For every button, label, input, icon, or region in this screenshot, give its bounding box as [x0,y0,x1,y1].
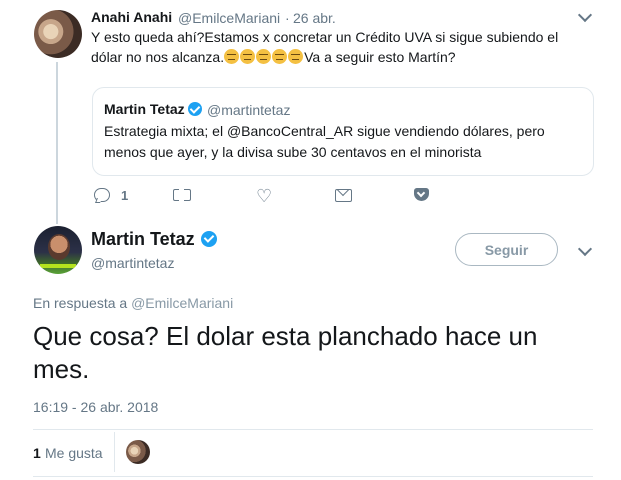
avatar[interactable] [34,10,82,58]
thread-line [56,62,58,224]
tweet-text-line2-end: Va a seguir esto Martín? [304,49,456,65]
persevering-face-emoji-icon [272,49,288,64]
retweet-icon[interactable] [173,186,191,202]
tweet-date[interactable]: 26 abr. [293,10,336,26]
chevron-down-icon[interactable] [577,7,593,23]
quoted-author-handle: @martintetaz [207,102,291,118]
divider [33,476,593,477]
author-name[interactable]: Martin Tetaz [91,229,195,250]
author-handle[interactable]: @martintetaz [91,255,174,271]
persevering-face-emoji-icon [256,49,272,64]
divider [114,432,115,472]
tweet-text-line1: Y esto queda ahí?Estamos x concretar un … [91,29,559,45]
in-reply-handle-link[interactable]: @EmilceMariani [131,295,233,311]
pocket-icon[interactable] [414,188,429,201]
main-tweet-text: Que cosa? El dolar esta planchado hace u… [33,321,538,384]
in-reply-to: En respuesta a @EmilceMariani [33,295,233,311]
reply-icon[interactable] [94,188,110,202]
author-handle[interactable]: @EmilceMariani [178,10,280,26]
avatar-banner [40,264,76,268]
mail-icon[interactable] [335,189,352,202]
verified-badge-icon [201,231,217,247]
tweet-text-line2: dólar no nos alcanza. [91,49,225,65]
tweet-timestamp[interactable]: 16:19 - 26 abr. 2018 [33,399,158,415]
likes-count[interactable]: 1 [33,445,41,461]
divider [33,429,593,430]
tweet-text: Y esto queda ahí?Estamos x concretar un … [91,27,581,67]
verified-badge-icon [188,102,202,116]
follow-button[interactable]: Seguir [455,233,558,266]
liker-avatar[interactable] [126,440,150,464]
author-name[interactable]: Anahi Anahi [91,9,172,25]
avatar-face [48,234,70,260]
chevron-down-icon[interactable] [577,241,593,257]
quoted-tweet-text: Estrategia mixta; el @BancoCentral_AR si… [104,123,545,160]
persevering-face-emoji-icon [224,49,240,64]
heart-icon[interactable]: ♡ [256,187,272,205]
in-reply-prefix: En respuesta a [33,295,128,311]
likes-label[interactable]: Me gusta [45,445,103,461]
persevering-face-emoji-icon [288,49,304,64]
separator-dot: · [285,10,290,26]
avatar[interactable] [34,226,82,274]
quoted-author-name: Martin Tetaz [104,101,185,117]
reply-count: 1 [121,188,129,203]
persevering-face-emoji-icon [240,49,256,64]
